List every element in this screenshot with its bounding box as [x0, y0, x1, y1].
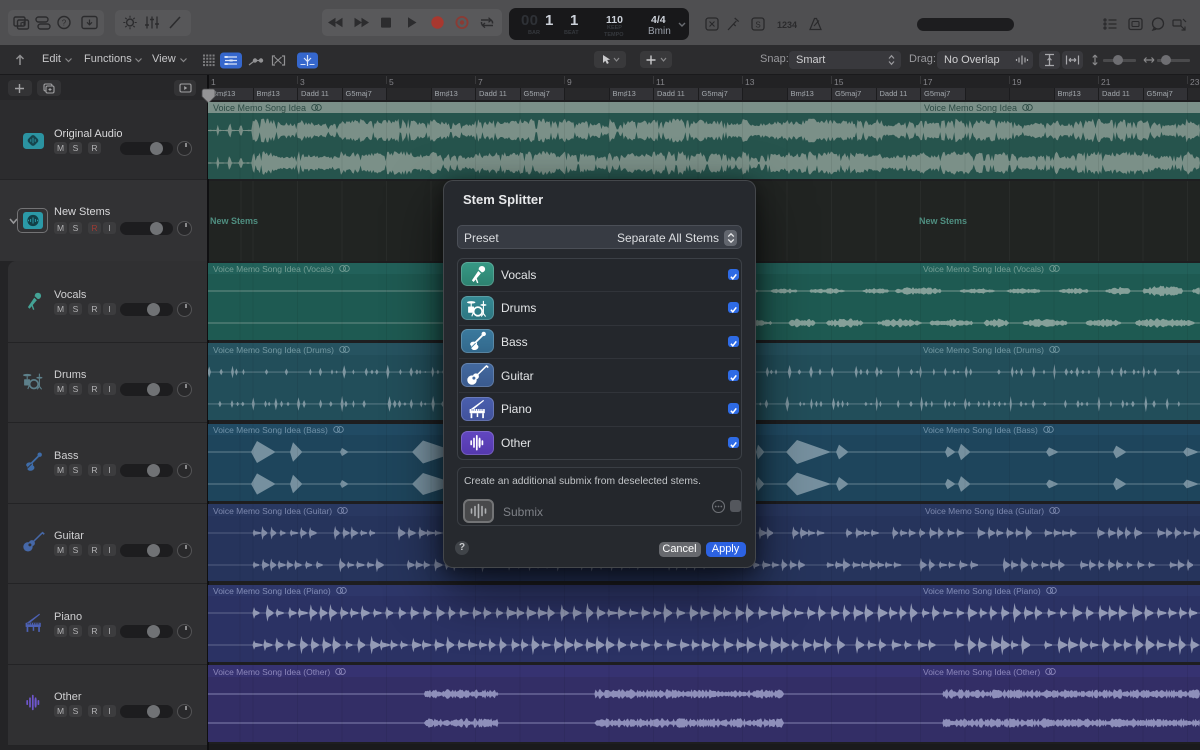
svg-text:?: ? [62, 19, 67, 28]
svg-text:1234: 1234 [777, 20, 797, 30]
svg-text:S: S [755, 21, 760, 30]
